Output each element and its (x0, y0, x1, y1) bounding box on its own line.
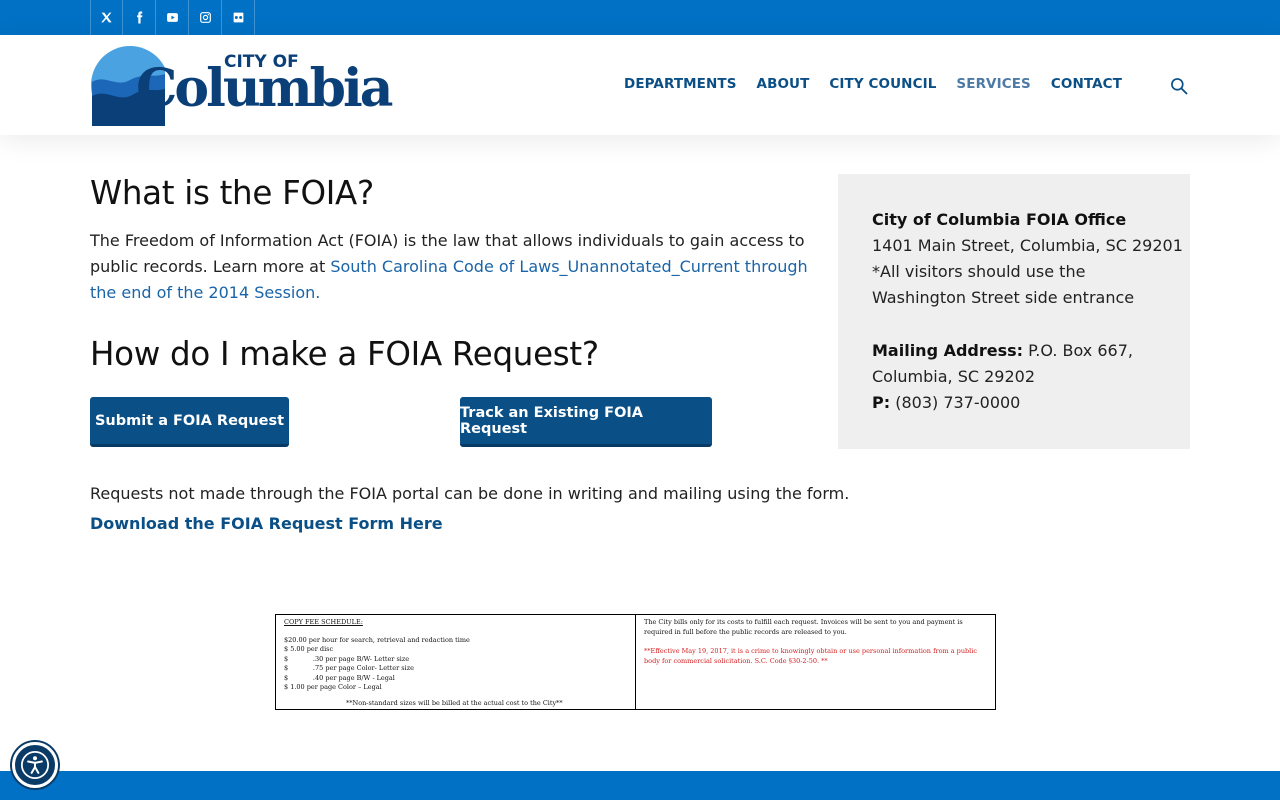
nav-departments[interactable]: DEPARTMENTS (624, 76, 737, 92)
nav-services[interactable]: SERVICES (956, 76, 1030, 92)
heading-how-to-request: How do I make a FOIA Request? (90, 335, 599, 373)
billing-note-1: The City bills only for its costs to ful… (644, 618, 963, 626)
fee-line: $ .75 per page Color- Letter size (284, 664, 414, 672)
flickr-icon[interactable] (222, 0, 255, 35)
accessibility-icon (21, 751, 49, 779)
fee-title: COPY FEE SCHEDULE: (284, 618, 363, 626)
fee-line: $ .30 per page B/W- Letter size (284, 654, 410, 663)
crime-notice-1: **Effective May 19, 2017, it is a crime … (644, 647, 977, 655)
fee-schedule-left: COPY FEE SCHEDULE: $20.00 per hour for s… (276, 615, 636, 709)
submit-foia-button[interactable]: Submit a FOIA Request (90, 397, 289, 447)
facebook-icon[interactable] (123, 0, 156, 35)
fee-schedule-right: The City bills only for its costs to ful… (636, 615, 995, 709)
mailing-value: P.O. Box 667, (1023, 341, 1133, 360)
fee-line: $ 1.00 per page Color – Legal (284, 683, 382, 691)
foia-description: The Freedom of Information Act (FOIA) is… (90, 228, 810, 306)
city-logo[interactable]: CITY OF Columbia (90, 44, 393, 126)
youtube-icon[interactable] (156, 0, 189, 35)
billing-note-2: required in full before the public recor… (644, 627, 847, 636)
mailing-label: Mailing Address: (872, 341, 1024, 360)
visitors-note-2: Washington Street side entrance (872, 288, 1135, 307)
nav-about[interactable]: ABOUT (757, 76, 810, 92)
office-address: 1401 Main Street, Columbia, SC 29201 (872, 236, 1183, 255)
mailing-address: Mailing Address: P.O. Box 667, (872, 338, 1190, 364)
top-bar (0, 0, 1280, 35)
footer-bar (0, 771, 1280, 800)
fee-line: $ .40 per page B/W - Legal (284, 673, 395, 682)
track-foia-button[interactable]: Track an Existing FOIA Request (460, 397, 712, 447)
foia-office-box: City of Columbia FOIA Office 1401 Main S… (838, 174, 1190, 449)
social-links (90, 0, 255, 35)
nav-contact[interactable]: CONTACT (1051, 76, 1122, 92)
fee-line: $ 5.00 per disc (284, 645, 334, 653)
x-icon[interactable] (90, 0, 123, 35)
phone-label: P: (872, 393, 891, 412)
site-header: CITY OF Columbia DEPARTMENTS ABOUT CITY … (0, 35, 1280, 135)
mailing-city: Columbia, SC 29202 (872, 367, 1036, 386)
visitors-note-1: *All visitors should use the (872, 262, 1086, 281)
fee-footnote: **Non-standard sizes will be billed at t… (346, 699, 563, 707)
instagram-icon[interactable] (189, 0, 222, 35)
office-name: City of Columbia FOIA Office (872, 210, 1127, 229)
accessibility-button[interactable] (12, 742, 58, 788)
logo-columbia: Columbia (136, 58, 393, 119)
main-nav: DEPARTMENTS ABOUT CITY COUNCIL SERVICES … (604, 76, 1122, 92)
fee-schedule-table: COPY FEE SCHEDULE: $20.00 per hour for s… (275, 614, 996, 710)
phone: P: (803) 737-0000 (872, 390, 1190, 416)
heading-what-is-foia: What is the FOIA? (90, 174, 374, 212)
fee-line: $20.00 per hour for search, retrieval an… (284, 635, 470, 644)
mail-note: Requests not made through the FOIA porta… (90, 484, 850, 503)
download-form-link[interactable]: Download the FOIA Request Form Here (90, 514, 443, 533)
search-icon[interactable] (1169, 76, 1189, 96)
crime-notice-2: body for commercial solicitation. S.C. C… (644, 656, 828, 665)
phone-value: (803) 737-0000 (890, 393, 1021, 412)
nav-city-council[interactable]: CITY COUNCIL (829, 76, 936, 92)
